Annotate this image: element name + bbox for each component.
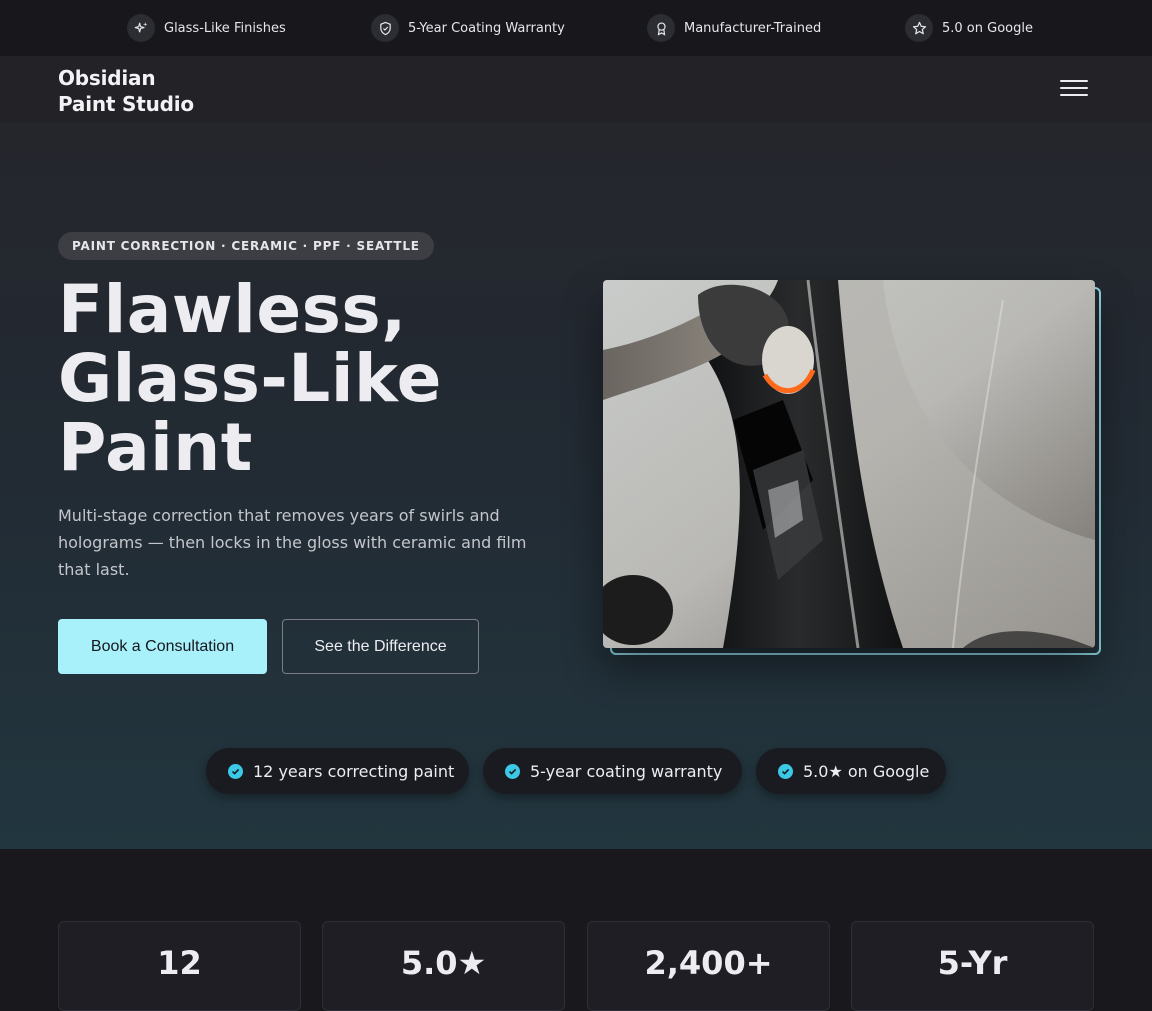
trust-item-rating: 5.0 on Google (905, 14, 1033, 42)
sparkle-icon (127, 14, 155, 42)
hero-subtext: Multi-stage correction that removes year… (58, 506, 527, 579)
award-icon (647, 14, 675, 42)
stat-card-cars: 2,400+ (587, 921, 830, 1011)
stats-section: 12 5.0★ 2,400+ 5-Yr (0, 849, 1152, 1011)
trust-item-trained: Manufacturer-Trained (647, 14, 821, 42)
book-consultation-button[interactable]: Book a Consultation (58, 619, 267, 674)
stat-value: 12 (157, 944, 202, 982)
site-header: Obsidian Paint Studio (0, 57, 1152, 123)
hamburger-menu-icon[interactable] (1060, 80, 1088, 100)
star-icon (905, 14, 933, 42)
trust-bar: Glass-Like Finishes 5-Year Coating Warra… (0, 0, 1152, 57)
hero-section: PAINT CORRECTION · CERAMIC · PPF · SEATT… (0, 123, 1152, 849)
trust-item-label: Glass-Like Finishes (164, 20, 286, 36)
check-circle-icon (505, 763, 520, 779)
stat-card-years: 12 (58, 921, 301, 1011)
check-circle-icon (778, 763, 793, 779)
stat-value: 2,400+ (644, 944, 773, 982)
trust-item-label: 5-Year Coating Warranty (408, 20, 565, 36)
trust-item-label: 5.0 on Google (942, 20, 1033, 36)
badge-years: 12 years correcting paint (206, 748, 469, 794)
trust-item-label: Manufacturer-Trained (684, 20, 822, 36)
stat-value: 5-Yr (937, 944, 1008, 982)
trust-item-finishes: Glass-Like Finishes (127, 14, 286, 42)
hero-photo-polishing (603, 280, 1095, 648)
hero-headline: Flawless, Glass-Like Paint (58, 271, 442, 486)
check-circle-icon (228, 763, 243, 779)
badge-label: 12 years correcting paint (253, 761, 455, 781)
brand-logo[interactable]: Obsidian Paint Studio (58, 65, 218, 117)
badge-rating: 5.0★ on Google (756, 748, 946, 794)
stat-card-warranty: 5-Yr (851, 921, 1094, 1011)
stat-card-rating: 5.0★ (322, 921, 565, 1011)
stat-value: 5.0★ (400, 944, 487, 982)
shield-icon (371, 14, 399, 42)
hero-eyebrow-tag: PAINT CORRECTION · CERAMIC · PPF · SEATT… (58, 232, 434, 260)
badge-label: 5-year coating warranty (530, 761, 723, 781)
see-difference-button[interactable]: See the Difference (282, 619, 479, 674)
badge-warranty: 5-year coating warranty (483, 748, 742, 794)
trust-badges: 12 years correcting paint 5-year coating… (0, 748, 1152, 794)
trust-item-warranty: 5-Year Coating Warranty (371, 14, 565, 42)
badge-label: 5.0★ on Google (803, 761, 930, 781)
